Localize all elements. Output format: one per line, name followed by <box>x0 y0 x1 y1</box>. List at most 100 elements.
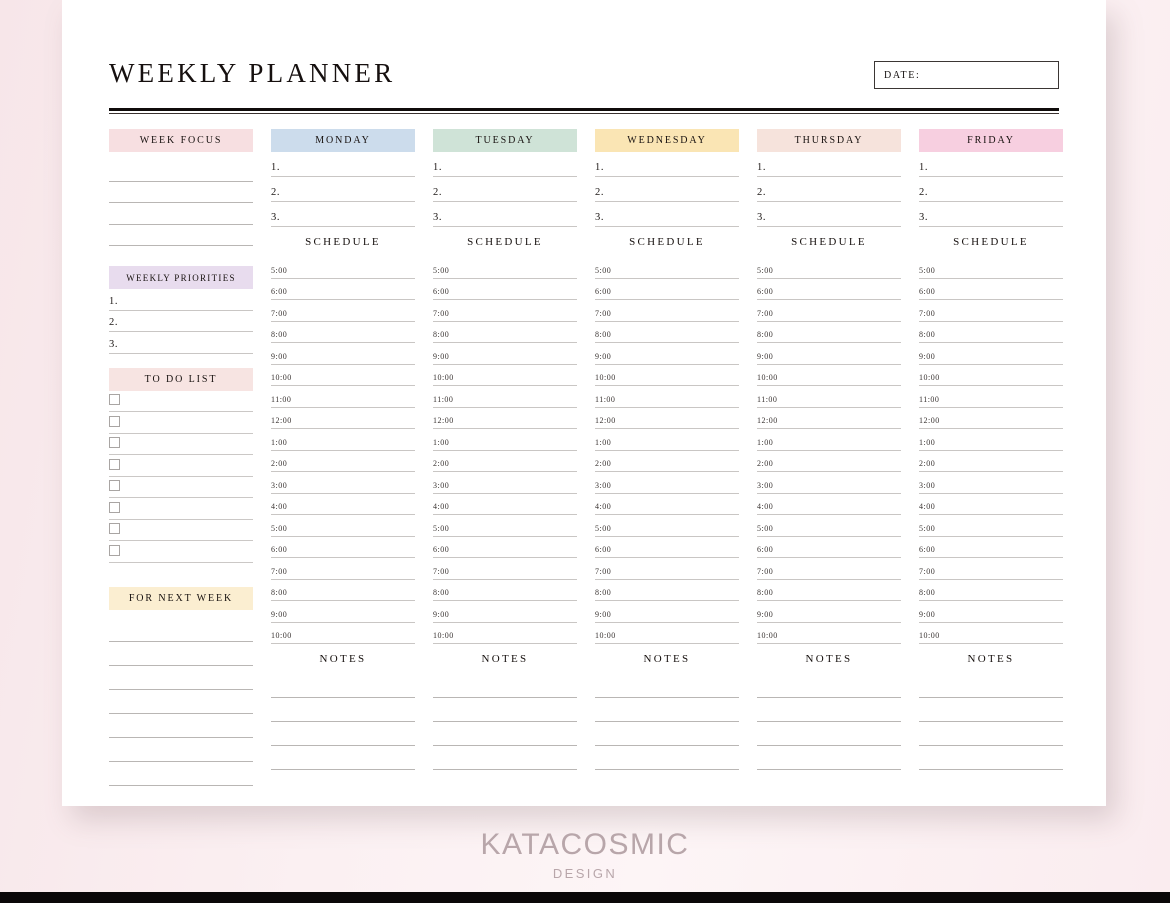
friday-notes-line[interactable] <box>919 698 1063 722</box>
thursday-schedule-row[interactable]: 9:00 <box>757 601 901 623</box>
monday-task-row[interactable]: 2. <box>271 177 415 202</box>
monday-notes-line[interactable] <box>271 698 415 722</box>
weekly-priority-row[interactable]: 2. <box>109 311 253 332</box>
monday-task-row[interactable]: 3. <box>271 202 415 227</box>
monday-schedule-row[interactable]: 7:00 <box>271 300 415 322</box>
wednesday-schedule-row[interactable]: 7:00 <box>595 300 739 322</box>
thursday-schedule-row[interactable]: 6:00 <box>757 279 901 300</box>
tuesday-schedule-row[interactable]: 8:00 <box>433 580 577 601</box>
wednesday-schedule-row[interactable]: 7:00 <box>595 558 739 580</box>
monday-notes-line[interactable] <box>271 674 415 698</box>
week-focus-line[interactable] <box>109 160 253 182</box>
friday-schedule-row[interactable]: 7:00 <box>919 558 1063 580</box>
friday-schedule-row[interactable]: 10:00 <box>919 365 1063 386</box>
monday-schedule-row[interactable]: 1:00 <box>271 429 415 451</box>
monday-schedule-row[interactable]: 10:00 <box>271 365 415 386</box>
friday-schedule-row[interactable]: 3:00 <box>919 472 1063 494</box>
monday-schedule-row[interactable]: 9:00 <box>271 601 415 623</box>
weekly-priority-row[interactable]: 1. <box>109 289 253 311</box>
wednesday-schedule-row[interactable]: 2:00 <box>595 451 739 472</box>
todo-checkbox[interactable] <box>109 394 120 406</box>
monday-schedule-row[interactable]: 6:00 <box>271 537 415 558</box>
tuesday-task-row[interactable]: 2. <box>433 177 577 202</box>
tuesday-schedule-row[interactable]: 7:00 <box>433 558 577 580</box>
tuesday-notes-line[interactable] <box>433 722 577 746</box>
weekly-priority-row[interactable]: 3. <box>109 332 253 354</box>
tuesday-schedule-row[interactable]: 11:00 <box>433 386 577 408</box>
monday-schedule-row[interactable]: 3:00 <box>271 472 415 494</box>
friday-schedule-row[interactable]: 4:00 <box>919 494 1063 515</box>
for-next-week-line[interactable] <box>109 642 253 666</box>
tuesday-schedule-row[interactable]: 9:00 <box>433 343 577 365</box>
friday-schedule-row[interactable]: 8:00 <box>919 322 1063 343</box>
thursday-schedule-row[interactable]: 1:00 <box>757 429 901 451</box>
thursday-schedule-row[interactable]: 3:00 <box>757 472 901 494</box>
wednesday-notes-line[interactable] <box>595 698 739 722</box>
todo-checkbox[interactable] <box>109 480 120 492</box>
wednesday-schedule-row[interactable]: 3:00 <box>595 472 739 494</box>
friday-schedule-row[interactable]: 5:00 <box>919 257 1063 279</box>
friday-schedule-row[interactable]: 2:00 <box>919 451 1063 472</box>
friday-schedule-row[interactable]: 9:00 <box>919 343 1063 365</box>
thursday-schedule-row[interactable]: 8:00 <box>757 322 901 343</box>
tuesday-schedule-row[interactable]: 1:00 <box>433 429 577 451</box>
monday-notes-line[interactable] <box>271 746 415 770</box>
wednesday-task-row[interactable]: 2. <box>595 177 739 202</box>
wednesday-schedule-row[interactable]: 6:00 <box>595 279 739 300</box>
thursday-schedule-row[interactable]: 6:00 <box>757 537 901 558</box>
week-focus-line[interactable] <box>109 182 253 203</box>
todo-checkbox[interactable] <box>109 415 120 427</box>
monday-schedule-row[interactable]: 11:00 <box>271 386 415 408</box>
thursday-notes-line[interactable] <box>757 698 901 722</box>
friday-schedule-row[interactable]: 8:00 <box>919 580 1063 601</box>
thursday-schedule-row[interactable]: 5:00 <box>757 515 901 537</box>
todo-checkbox[interactable] <box>109 544 120 556</box>
for-next-week-line[interactable] <box>109 618 253 642</box>
wednesday-schedule-row[interactable]: 11:00 <box>595 386 739 408</box>
friday-schedule-row[interactable]: 10:00 <box>919 623 1063 644</box>
wednesday-task-row[interactable]: 3. <box>595 202 739 227</box>
thursday-schedule-row[interactable]: 10:00 <box>757 365 901 386</box>
tuesday-notes-line[interactable] <box>433 746 577 770</box>
thursday-task-row[interactable]: 1. <box>757 152 901 177</box>
tuesday-notes-line[interactable] <box>433 674 577 698</box>
monday-schedule-row[interactable]: 9:00 <box>271 343 415 365</box>
todo-row[interactable] <box>109 391 253 412</box>
for-next-week-line[interactable] <box>109 714 253 738</box>
tuesday-schedule-row[interactable]: 10:00 <box>433 365 577 386</box>
tuesday-schedule-row[interactable]: 6:00 <box>433 537 577 558</box>
for-next-week-line[interactable] <box>109 690 253 714</box>
friday-schedule-row[interactable]: 6:00 <box>919 537 1063 558</box>
todo-row[interactable] <box>109 477 253 498</box>
monday-schedule-row[interactable]: 7:00 <box>271 558 415 580</box>
todo-checkbox[interactable] <box>109 501 120 513</box>
monday-task-row[interactable]: 1. <box>271 152 415 177</box>
wednesday-notes-line[interactable] <box>595 722 739 746</box>
friday-schedule-row[interactable]: 9:00 <box>919 601 1063 623</box>
todo-row[interactable] <box>109 412 253 434</box>
monday-schedule-row[interactable]: 10:00 <box>271 623 415 644</box>
tuesday-task-row[interactable]: 1. <box>433 152 577 177</box>
friday-task-row[interactable]: 1. <box>919 152 1063 177</box>
tuesday-schedule-row[interactable]: 12:00 <box>433 408 577 429</box>
todo-row[interactable] <box>109 520 253 541</box>
todo-checkbox[interactable] <box>109 437 120 449</box>
wednesday-schedule-row[interactable]: 1:00 <box>595 429 739 451</box>
tuesday-notes-line[interactable] <box>433 698 577 722</box>
wednesday-notes-line[interactable] <box>595 746 739 770</box>
wednesday-schedule-row[interactable]: 6:00 <box>595 537 739 558</box>
wednesday-schedule-row[interactable]: 10:00 <box>595 365 739 386</box>
thursday-schedule-row[interactable]: 10:00 <box>757 623 901 644</box>
thursday-schedule-row[interactable]: 7:00 <box>757 558 901 580</box>
friday-schedule-row[interactable]: 7:00 <box>919 300 1063 322</box>
wednesday-schedule-row[interactable]: 8:00 <box>595 322 739 343</box>
thursday-schedule-row[interactable]: 9:00 <box>757 343 901 365</box>
for-next-week-line[interactable] <box>109 762 253 786</box>
tuesday-schedule-row[interactable]: 8:00 <box>433 322 577 343</box>
wednesday-schedule-row[interactable]: 8:00 <box>595 580 739 601</box>
week-focus-line[interactable] <box>109 203 253 225</box>
monday-schedule-row[interactable]: 4:00 <box>271 494 415 515</box>
date-field[interactable]: DATE: <box>874 61 1059 89</box>
friday-schedule-row[interactable]: 11:00 <box>919 386 1063 408</box>
wednesday-task-row[interactable]: 1. <box>595 152 739 177</box>
